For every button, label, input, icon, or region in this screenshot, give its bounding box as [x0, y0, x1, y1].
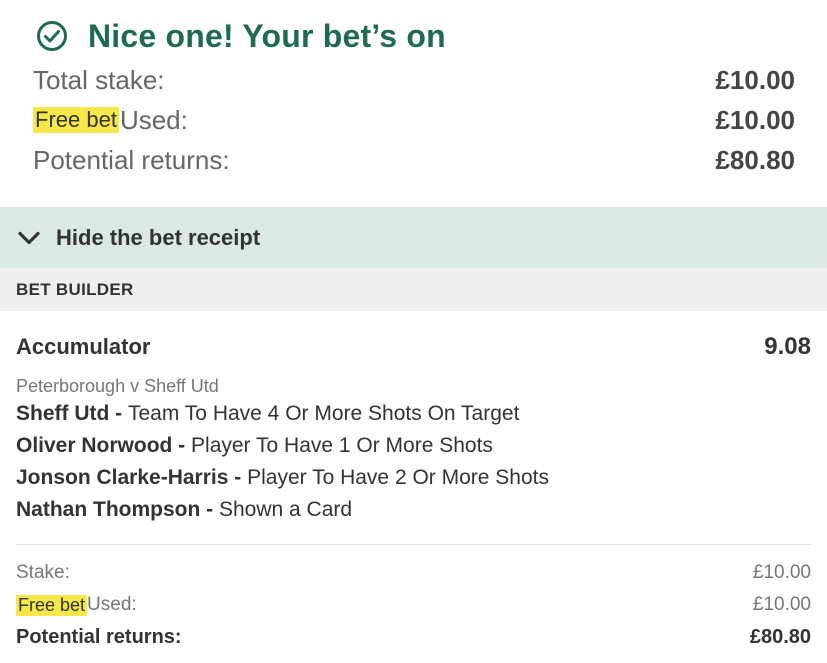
divider	[16, 544, 811, 545]
bet-title-row: Accumulator 9.08	[16, 330, 811, 364]
total-stake-row: Total stake: £10.00	[33, 62, 795, 98]
bet-returns-row: Potential returns: £80.80	[16, 622, 811, 652]
bet-used-value: £10.00	[752, 594, 811, 615]
selection-item: Oliver Norwood - Player To Have 1 Or Mor…	[16, 430, 549, 462]
section-label: BET BUILDER	[16, 279, 134, 299]
stake-row: Stake: £10.00	[16, 558, 811, 588]
selection-market: Team To Have 4 Or More Shots On Target	[128, 402, 520, 425]
success-banner: Nice one! Your bet’s on	[36, 16, 446, 56]
confirmation-panel: Nice one! Your bet’s on Total stake: £10…	[0, 0, 827, 207]
free-bet-used-row: Free bet Used: £10.00	[33, 102, 795, 138]
free-bet-badge: Free bet	[16, 594, 88, 616]
selection-name: Jonson Clarke-Harris -	[16, 466, 242, 489]
stake-value: £10.00	[752, 562, 811, 583]
success-title: Nice one! Your bet’s on	[88, 17, 446, 54]
stake-label: Stake:	[16, 562, 70, 583]
bet-odds: 9.08	[764, 333, 811, 360]
potential-returns-label: Potential returns:	[33, 144, 230, 175]
potential-returns-row: Potential returns: £80.80	[33, 142, 795, 178]
bet-returns-label: Potential returns:	[16, 625, 182, 648]
total-stake-label: Total stake:	[33, 64, 165, 95]
free-bet-badge: Free bet	[33, 107, 119, 133]
hide-bet-receipt-toggle[interactable]: Hide the bet receipt	[0, 207, 827, 268]
used-label: Used:	[119, 104, 188, 135]
selection-name: Nathan Thompson -	[16, 498, 214, 521]
bet-type: Accumulator	[16, 334, 151, 359]
chevron-down-icon	[18, 231, 40, 244]
selection-list: Sheff Utd - Team To Have 4 Or More Shots…	[16, 398, 549, 526]
selection-item: Nathan Thompson - Shown a Card	[16, 494, 549, 526]
used-label: Used:	[87, 594, 137, 615]
free-bet-used-value: £10.00	[715, 104, 795, 135]
selection-market: Shown a Card	[219, 498, 353, 521]
potential-returns-value: £80.80	[715, 144, 795, 175]
section-header: BET BUILDER	[0, 268, 827, 311]
selection-item: Jonson Clarke-Harris - Player To Have 2 …	[16, 462, 549, 494]
check-circle-icon	[37, 21, 67, 51]
bet-free-bet-used-label: Free bet Used:	[16, 594, 137, 616]
event-name: Peterborough v Sheff Utd	[16, 376, 219, 396]
free-bet-used-label: Free bet Used:	[33, 105, 188, 136]
total-stake-value: £10.00	[715, 64, 795, 95]
bet-returns-value: £80.80	[749, 625, 811, 648]
selection-name: Sheff Utd -	[16, 402, 123, 425]
selection-name: Oliver Norwood -	[16, 434, 186, 457]
selection-item: Sheff Utd - Team To Have 4 Or More Shots…	[16, 398, 549, 430]
selection-market: Player To Have 2 Or More Shots	[247, 466, 549, 489]
toggle-label: Hide the bet receipt	[56, 224, 261, 250]
selection-market: Player To Have 1 Or More Shots	[191, 434, 493, 457]
bet-free-bet-used-row: Free bet Used: £10.00	[16, 590, 811, 620]
